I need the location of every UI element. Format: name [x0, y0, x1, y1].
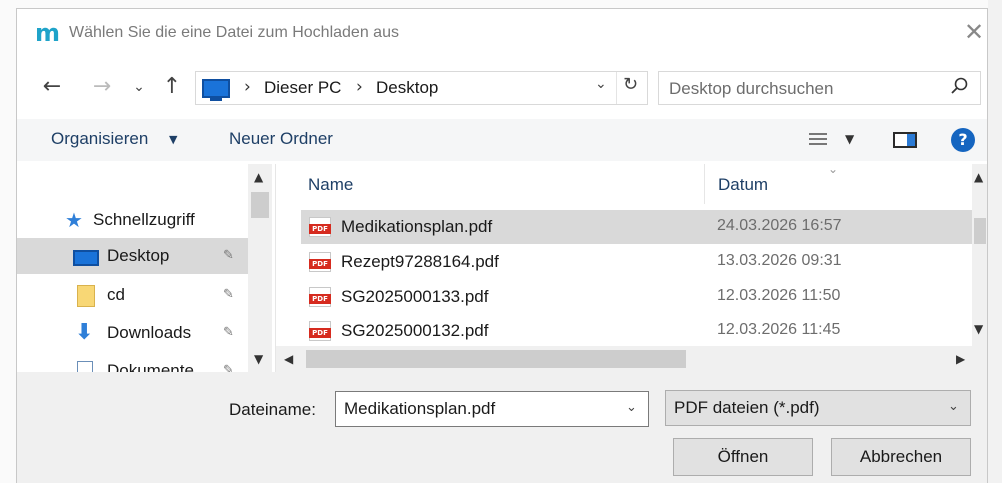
breadcrumb-desktop[interactable]: Desktop	[376, 78, 438, 98]
table-row[interactable]: PDF Rezept97288164.pdf 13.03.2026 09:31	[301, 245, 972, 279]
close-icon[interactable]: ✕	[961, 19, 987, 45]
file-type-value: PDF dateien (*.pdf)	[674, 398, 820, 417]
sidebar-item-label: Downloads	[107, 323, 192, 342]
file-open-dialog: m Wählen Sie die eine Datei zum Hochlade…	[16, 8, 988, 483]
file-list-horizontal-scrollbar[interactable]: ◀ ▶	[276, 346, 987, 372]
filename-field[interactable]: Medikationsplan.pdf ⌄	[335, 391, 649, 427]
desktop-icon	[73, 250, 99, 266]
app-logo: m	[35, 19, 61, 47]
navigation-row: ← → ⌄ ↑ › Dieser PC › Desktop ⌄ ↻ Deskto…	[17, 69, 987, 105]
sort-chevron-icon: ⌄	[828, 164, 839, 176]
new-folder-button[interactable]: Neuer Ordner	[229, 129, 333, 149]
pin-icon: ✎	[223, 248, 234, 263]
dialog-footer: Dateiname: Medikationsplan.pdf ⌄ PDF dat…	[17, 372, 987, 483]
sidebar-item-label: Dokumente	[107, 361, 194, 372]
title-bar: m Wählen Sie die eine Datei zum Hochlade…	[17, 9, 987, 59]
filename-label: Dateiname:	[229, 400, 316, 419]
column-header-name[interactable]: Name	[308, 175, 353, 195]
file-name: SG2025000132.pdf	[341, 321, 489, 340]
sidebar-item-label: Desktop	[107, 246, 170, 265]
scroll-down-icon[interactable]: ▼	[254, 352, 263, 366]
column-divider	[704, 164, 705, 204]
scrollbar-thumb[interactable]	[974, 218, 986, 244]
star-icon: ★	[65, 208, 83, 232]
sidebar-scrollbar[interactable]: ▲ ▼	[248, 164, 272, 372]
pin-icon: ✎	[223, 287, 234, 302]
recent-locations-icon[interactable]: ⌄	[129, 73, 149, 101]
breadcrumb-separator-icon: ›	[244, 77, 251, 97]
help-icon[interactable]: ?	[951, 128, 975, 152]
computer-icon-stand	[210, 98, 222, 101]
file-name: Medikationsplan.pdf	[341, 217, 493, 236]
pin-icon: ✎	[223, 325, 234, 340]
sidebar-item-downloads[interactable]: ⬇ Downloads ✎	[17, 315, 257, 351]
sidebar-item-documents[interactable]: Dokumente ✎	[17, 353, 257, 372]
file-type-select[interactable]: PDF dateien (*.pdf) ⌄	[665, 390, 971, 426]
computer-icon	[202, 79, 230, 98]
pin-icon: ✎	[223, 363, 234, 372]
refresh-icon[interactable]: ↻	[623, 74, 638, 95]
file-name: SG2025000133.pdf	[341, 287, 489, 306]
file-list-vertical-scrollbar[interactable]: ▲ ▼	[972, 164, 987, 346]
forward-arrow-icon[interactable]: →	[87, 73, 117, 101]
pdf-file-icon: PDF	[309, 217, 331, 237]
folder-icon	[77, 285, 95, 307]
back-arrow-icon[interactable]: ←	[37, 73, 67, 101]
breadcrumb-this-pc[interactable]: Dieser PC	[264, 78, 341, 98]
table-row[interactable]: PDF SG2025000133.pdf 12.03.2026 11:50	[301, 280, 972, 314]
chevron-down-icon[interactable]: ▼	[845, 132, 854, 146]
address-bar[interactable]: › Dieser PC › Desktop ⌄ ↻	[195, 71, 648, 105]
file-date: 24.03.2026 16:57	[717, 217, 842, 234]
file-list: Name ⌄ Datum PDF Medikationsplan.pdf 24.…	[275, 164, 987, 372]
sidebar-item-cd[interactable]: cd ✎	[17, 277, 257, 313]
scrollbar-thumb[interactable]	[306, 350, 686, 368]
file-date: 12.03.2026 11:45	[717, 321, 841, 338]
scroll-up-icon[interactable]: ▲	[974, 170, 983, 184]
sidebar-item-label: Schnellzugriff	[93, 210, 195, 229]
background-left	[0, 0, 16, 483]
search-input[interactable]: Desktop durchsuchen	[669, 79, 833, 99]
organize-menu[interactable]: Organisieren	[51, 129, 148, 149]
scroll-left-icon[interactable]: ◀	[284, 352, 293, 366]
sidebar-item-quick-access[interactable]: ★ Schnellzugriff	[17, 202, 257, 238]
cancel-button[interactable]: Abbrechen	[831, 438, 971, 476]
chevron-down-icon[interactable]: ▼	[169, 133, 177, 146]
preview-pane-icon[interactable]	[893, 132, 917, 148]
search-icon[interactable]	[949, 76, 969, 98]
open-button[interactable]: Öffnen	[673, 438, 813, 476]
dialog-title: Wählen Sie die eine Datei zum Hochladen …	[69, 24, 399, 41]
chevron-down-icon[interactable]: ⌄	[626, 400, 637, 415]
sidebar-item-label: cd	[107, 285, 125, 304]
filename-value[interactable]: Medikationsplan.pdf	[344, 399, 495, 419]
pdf-file-icon: PDF	[309, 321, 331, 341]
divider	[616, 72, 617, 104]
file-date: 12.03.2026 11:50	[717, 287, 841, 304]
chevron-down-icon[interactable]: ⌄	[948, 399, 959, 414]
table-row[interactable]: PDF SG2025000132.pdf 12.03.2026 11:45	[301, 314, 972, 348]
address-dropdown-icon[interactable]: ⌄	[595, 76, 607, 92]
file-name: Rezept97288164.pdf	[341, 252, 499, 271]
command-toolbar: Organisieren ▼ Neuer Ordner ▼ ?	[17, 119, 987, 161]
background-right	[988, 0, 1002, 483]
sidebar-item-desktop[interactable]: Desktop ✎	[17, 238, 257, 274]
breadcrumb-separator-icon: ›	[356, 77, 363, 97]
table-row[interactable]: PDF Medikationsplan.pdf 24.03.2026 16:57	[301, 210, 972, 244]
scroll-down-icon[interactable]: ▼	[974, 322, 983, 336]
view-options-icon[interactable]	[809, 133, 827, 145]
column-header-date[interactable]: Datum	[718, 175, 768, 195]
scrollbar-thumb[interactable]	[251, 192, 269, 218]
navigation-pane: ★ Schnellzugriff Desktop ✎ cd ✎ ⬇ Downlo…	[17, 164, 272, 372]
background-top	[0, 0, 1002, 8]
pdf-file-icon: PDF	[309, 252, 331, 272]
scroll-right-icon[interactable]: ▶	[956, 352, 965, 366]
document-icon	[77, 361, 93, 372]
search-box[interactable]: Desktop durchsuchen	[658, 71, 981, 105]
file-date: 13.03.2026 09:31	[717, 252, 842, 269]
up-arrow-icon[interactable]: ↑	[157, 73, 187, 101]
pdf-file-icon: PDF	[309, 287, 331, 307]
scroll-up-icon[interactable]: ▲	[254, 170, 263, 184]
download-icon: ⬇	[75, 320, 94, 345]
